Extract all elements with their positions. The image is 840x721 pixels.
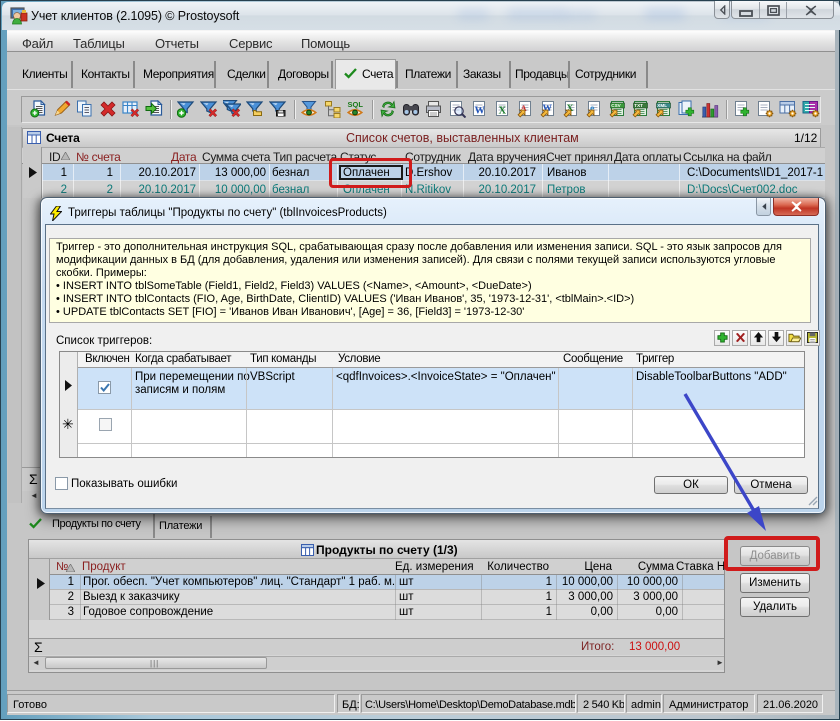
svg-text:X: X <box>499 106 507 117</box>
svg-text:XML: XML <box>657 103 667 108</box>
svg-text:W: W <box>475 106 486 117</box>
svg-text:CSV: CSV <box>611 103 621 108</box>
svg-text:SQL: SQL <box>348 100 364 109</box>
svg-text:TXT: TXT <box>634 103 643 108</box>
